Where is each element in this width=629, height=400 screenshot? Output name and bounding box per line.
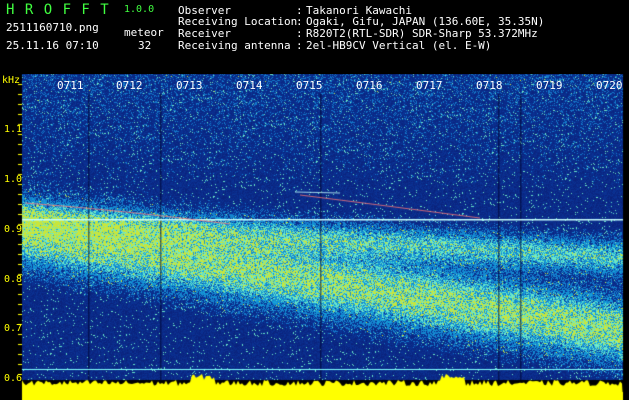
y-tick: 0.6	[4, 373, 23, 384]
receiver-label: Receiver	[178, 27, 231, 40]
x-tick: 0718	[476, 79, 503, 92]
y-unit-label: kHz	[2, 75, 21, 86]
x-tick: 0719	[536, 79, 563, 92]
y-tick: 0.7	[4, 323, 23, 334]
meteor-count: 32	[138, 39, 152, 52]
datetime-label: 25.11.16 07:10	[6, 39, 99, 52]
meteor-label: meteor	[124, 26, 164, 39]
y-tick: 0.8	[4, 274, 23, 285]
header-panel: H R O F F T 1.0.0 2511160710.png meteor …	[0, 0, 629, 74]
location-label: Receiving Location	[178, 15, 298, 28]
y-tick: 1.1	[4, 124, 23, 135]
x-tick: 0714	[236, 79, 263, 92]
app-version: 1.0.0	[124, 4, 155, 15]
receiver-value: R820T2(RTL-SDR) SDR-Sharp 53.372MHz	[306, 27, 538, 40]
receiver-sep: :	[296, 27, 303, 40]
location-value: Ogaki, Gifu, JAPAN (136.60E, 35.35N)	[306, 15, 545, 28]
filename-label: 2511160710.png	[6, 21, 99, 34]
x-tick: 0717	[416, 79, 443, 92]
x-tick: 0715	[296, 79, 323, 92]
antenna-label: Receiving antenna	[178, 39, 291, 52]
antenna-value: 2el-HB9CV Vertical (el. E-W)	[306, 39, 492, 52]
x-tick: 0713	[176, 79, 203, 92]
y-tick: 0.9	[4, 224, 23, 235]
app-title: H R O F F T	[6, 2, 110, 18]
x-tick: 0716	[356, 79, 383, 92]
location-sep: :	[296, 15, 303, 28]
x-tick: 0712	[116, 79, 143, 92]
antenna-sep: :	[296, 39, 303, 52]
x-tick: 0720	[596, 79, 623, 92]
y-tick: 1.0	[4, 174, 23, 185]
x-tick: 0711	[57, 79, 84, 92]
